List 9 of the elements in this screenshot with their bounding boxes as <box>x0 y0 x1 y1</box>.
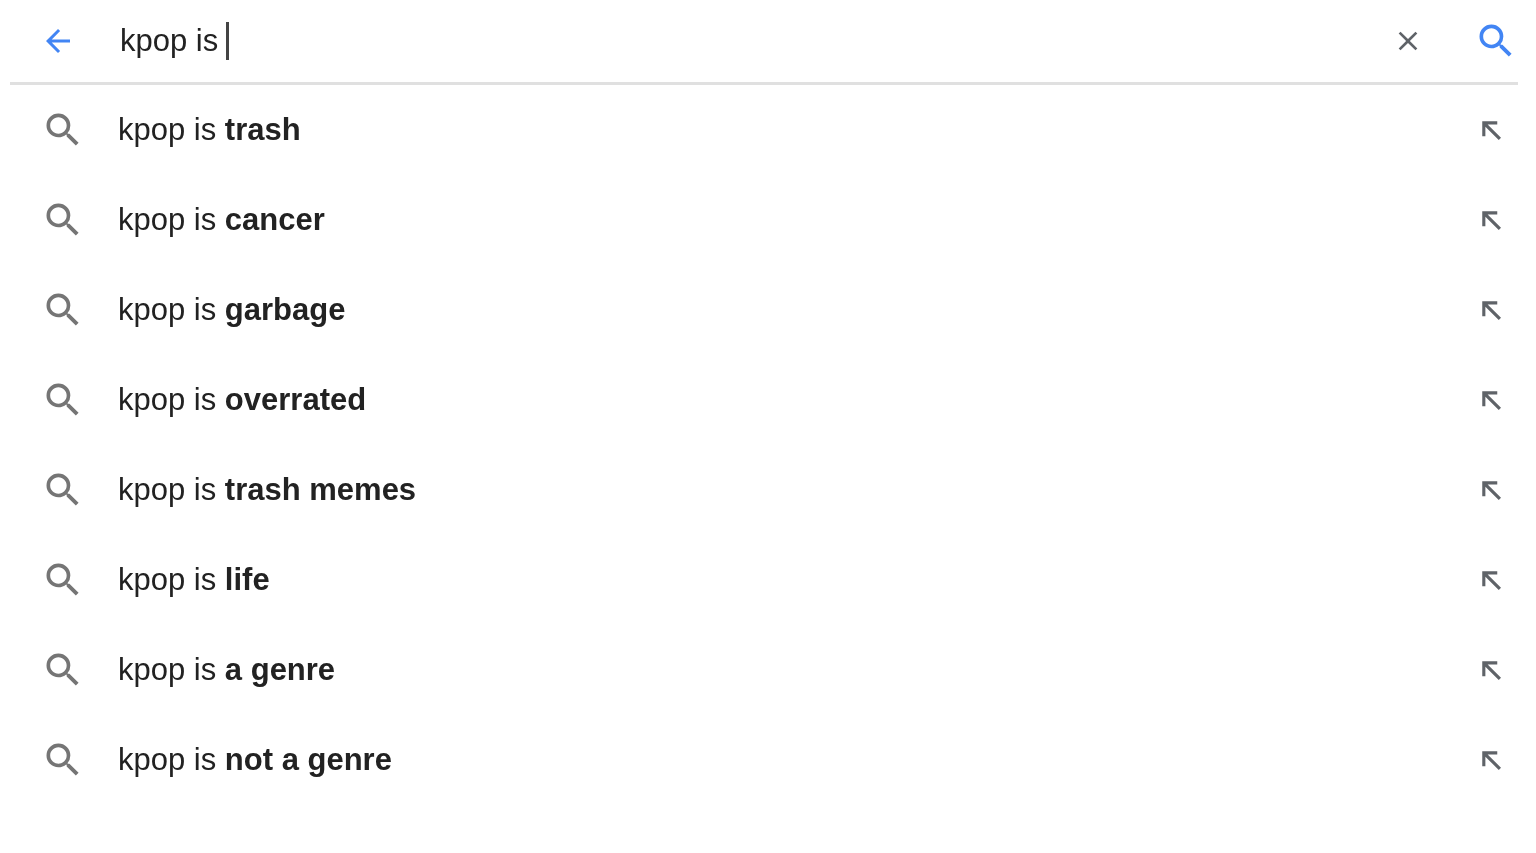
suggestion-item[interactable]: kpop is cancer <box>118 202 1476 238</box>
search-field[interactable]: kpop is <box>120 22 1392 60</box>
suggestion-item[interactable]: kpop is trash <box>118 112 1476 148</box>
suggestion-item[interactable]: kpop is garbage <box>118 292 1476 328</box>
suggestion-item[interactable]: kpop is life <box>118 562 1476 598</box>
suggestion-item[interactable]: kpop is a genre <box>118 652 1476 688</box>
suggestion-item[interactable]: kpop is not a genre <box>118 742 1476 778</box>
suggestion-item[interactable]: kpop is overrated <box>118 382 1476 418</box>
suggestion-item[interactable]: kpop is trash memes <box>118 472 1476 508</box>
